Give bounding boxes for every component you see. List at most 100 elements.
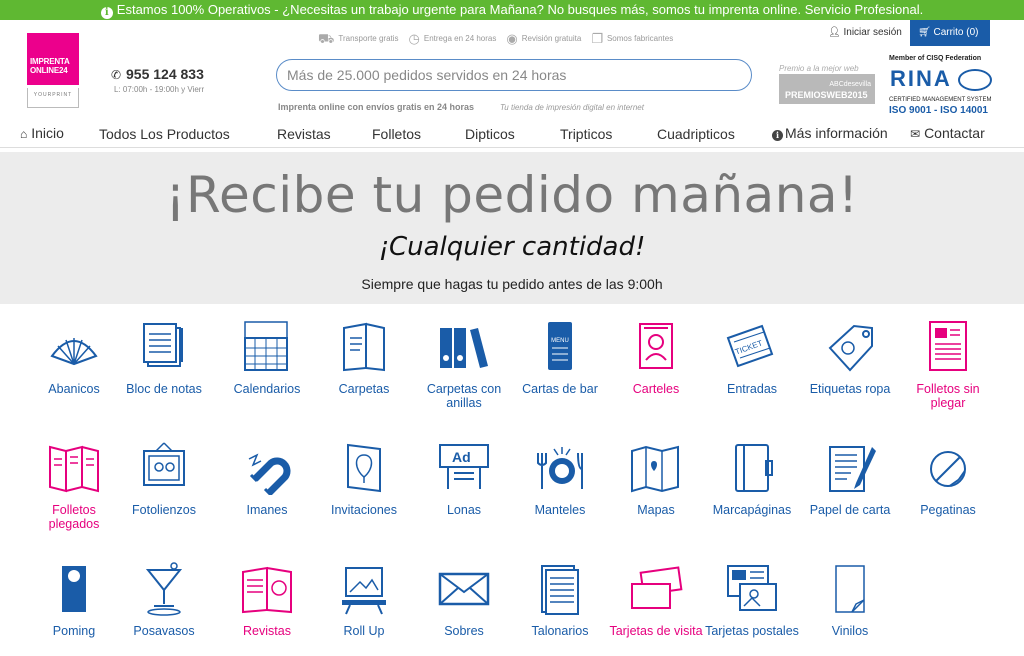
nav-todos-productos[interactable]: Todos Los Productos [99,126,230,142]
product-label: Etiquetas ropa [809,382,891,396]
invitation-icon [347,443,381,493]
certification-caption: Member of CISQ Federation [889,55,982,62]
product-imanes[interactable]: Imanes [219,439,315,517]
folded-flyer-icon [49,445,99,493]
phone-text: 955 124 833 [126,66,204,82]
product-papel-de-carta[interactable]: Papel de carta [802,439,898,517]
product-manteles[interactable]: Manteles [512,439,608,517]
logo[interactable]: IMPRENTA ONLINE24 [27,33,79,85]
cart-button[interactable]: 🛒︎ Carrito (0) [910,20,990,46]
award-sponsor: ABCdesevilla [829,81,871,88]
product-label: Carteles [632,382,680,396]
award-title: PREMIOSWEB2015 [785,90,868,100]
certification-system: CERTIFIED MANAGEMENT SYSTEM [889,97,992,103]
product-invitaciones[interactable]: Invitaciones [316,439,412,517]
search-input[interactable] [276,59,752,91]
product-grid: Abanicos Bloc de notas Calendarios Carpetas… [0,304,1024,656]
product-folletos-sin-plegar[interactable]: Folletos sin plegar [900,318,996,410]
ticket-icon: TICKET [726,324,774,368]
product-label: Talonarios [531,624,589,638]
product-folletos-plegados[interactable]: Folletos plegados [26,439,122,531]
iqnet-seal-icon [958,69,992,91]
rina-logo: RINA [890,66,952,91]
nav-label: Dipticos [465,126,515,142]
feature-review: ◉ Revisión gratuita [506,32,581,45]
product-label: Marcapáginas [712,503,792,517]
feature-transport: ⛟ Transporte gratis [318,32,399,45]
product-label: Entradas [726,382,778,396]
product-carpetas[interactable]: Carpetas [316,318,412,396]
feature-label: Revisión gratuita [521,33,582,43]
nav-inicio[interactable]: ⌂ Inicio [20,125,64,141]
rollup-icon [342,567,386,615]
header: IMPRENTA ONLINE24 YOURPRINT ✆ 955 124 833… [0,20,1024,122]
calendar-icon [244,321,288,371]
product-poming[interactable]: Poming [26,560,122,638]
product-fotolienzos[interactable]: Fotolienzos [116,439,212,517]
bookmark-icon [735,444,773,492]
folder-icon [343,322,385,372]
nav-folletos[interactable]: Folletos [372,126,421,142]
phone-number[interactable]: ✆ 955 124 833 [111,66,204,82]
award-caption: Premio a la mejor web [779,64,859,73]
banner-icon: Ad [439,444,489,489]
product-sobres[interactable]: Sobres [416,560,512,638]
magnet-icon [248,453,291,495]
product-cartas-de-bar[interactable]: MENU Cartas de bar [512,318,608,396]
product-carpetas-con-anillas[interactable]: Carpetas con anillas [416,318,512,410]
hero-note: Siempre que hagas tu pedido antes de las… [361,276,663,292]
product-calendarios[interactable]: Calendarios [219,318,315,396]
login-button[interactable]: 👤︎ Iniciar sesión [822,20,908,46]
product-mapas[interactable]: Mapas [608,439,704,517]
product-label: Invitaciones [330,503,397,517]
product-roll-up[interactable]: Roll Up [316,560,412,638]
mail-icon: ✉ [910,127,921,141]
product-label: Abanicos [48,382,100,396]
coaster-icon [145,562,183,616]
announcement-bar: i Estamos 100% Operativos - ¿Necesitas un… [0,0,1024,20]
postcard-icon [727,565,777,611]
product-tarjetas-postales[interactable]: Tarjetas postales [704,560,800,638]
cart-label: Carrito (0) [933,27,979,38]
product-tarjetas-de-visita[interactable]: Tarjetas de visita [608,560,704,638]
product-marcapaginas[interactable]: Marcapáginas [704,439,800,517]
business-card-icon [631,566,683,609]
main-nav: ⌂ Inicio Todos Los Productos Revistas Fol… [0,122,1024,148]
product-revistas[interactable]: Revistas [219,560,315,638]
receipt-book-icon [541,565,579,615]
product-bloc-de-notas[interactable]: Bloc de notas [116,318,212,396]
nav-label: Más información [785,125,888,141]
product-label: Imanes [246,503,288,517]
feature-strip: ⛟ Transporte gratis ◷ Entrega en 24 horas … [318,28,673,48]
product-entradas[interactable]: TICKET Entradas [704,318,800,396]
product-talonarios[interactable]: Talonarios [512,560,608,638]
feature-delivery: ◷ Entrega en 24 horas [409,32,497,45]
product-label: Vinilos [831,624,869,638]
product-vinilos[interactable]: Vinilos [802,560,898,638]
product-label: Sobres [444,624,484,638]
logo-line2: ONLINE24 [30,66,68,75]
nav-revistas[interactable]: Revistas [277,126,331,142]
nav-mas-informacion[interactable]: i Más información [772,125,888,141]
door-hanger-icon [62,566,86,612]
award-badge[interactable]: ABCdesevilla PREMIOSWEB2015 [779,74,875,104]
logo-line1: IMPRENTA [30,57,70,66]
product-label: Carpetas con anillas [426,382,502,410]
product-posavasos[interactable]: Posavasos [116,560,212,638]
nav-dipticos[interactable]: Dipticos [465,126,515,142]
envelope-icon [438,572,490,606]
product-label: Roll Up [343,624,385,638]
product-pegatinas[interactable]: Pegatinas [900,439,996,517]
product-label: Papel de carta [809,503,891,517]
product-carteles[interactable]: Carteles [608,318,704,396]
product-etiquetas-ropa[interactable]: Etiquetas ropa [802,318,898,396]
nav-tripticos[interactable]: Tripticos [560,126,612,142]
product-lonas[interactable]: Ad Lonas [416,439,512,517]
flyer-icon [929,321,967,371]
map-icon [631,445,679,493]
nav-contactar[interactable]: ✉ Contactar [910,125,985,141]
product-abanicos[interactable]: Abanicos [26,318,122,396]
iso-certification: ISO 9001 - ISO 14001 [889,105,988,116]
nav-cuadripticos[interactable]: Cuadripticos [657,126,735,142]
product-label: Pegatinas [920,503,976,517]
